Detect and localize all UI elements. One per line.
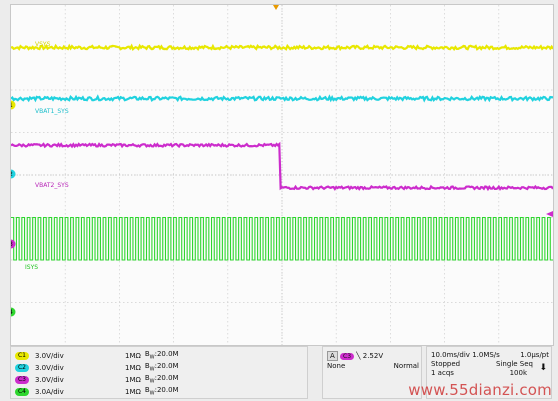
c4-coupling: 1MΩ	[125, 387, 141, 396]
c4-scale: 3.0A/div	[35, 387, 64, 396]
oscilloscope-display: VSYS VBAT1_SYS VBAT2_SYS ISYS 1 2 3 4 C1	[0, 0, 558, 401]
acquisition-count: 1 acqs	[431, 369, 454, 377]
c3-badge[interactable]: C3	[15, 375, 29, 384]
c3-coupling: 1MΩ	[125, 375, 141, 384]
acquisition-count-row: 1 acqs 100k	[431, 369, 549, 377]
watermark: www.55dianzi.com	[408, 381, 552, 399]
c2-badge[interactable]: C2	[15, 363, 29, 372]
trigger-mode-right: Normal	[393, 362, 419, 370]
c1-bandwidth: BW:20.0M	[144, 350, 179, 361]
trigger-mode-row: None Normal	[327, 362, 419, 370]
acquisition-state-row: Stopped Single Seq ⬇	[431, 360, 549, 373]
c4-badge[interactable]: C4	[15, 387, 29, 396]
timebase-row: 10.0ms/div 1.0MS/s 1.0µs/pt	[431, 351, 549, 359]
ch1-marker-label: 1	[11, 102, 13, 109]
c3-bandwidth: BW:20.0M	[144, 374, 179, 385]
waveform-plot: VSYS VBAT1_SYS VBAT2_SYS ISYS 1 2 3 4	[11, 5, 553, 345]
waveform-screen: VSYS VBAT1_SYS VBAT2_SYS ISYS 1 2 3 4	[10, 4, 554, 346]
channel-settings-panel: C1 3.0V/div 1MΩ BW:20.0M C2 3.0V/div 1MΩ…	[10, 346, 308, 399]
trace-label-vbat2-sys: VBAT2_SYS	[35, 182, 69, 189]
trace-label-vbat1-sys: VBAT1_SYS	[35, 108, 69, 115]
trigger-source-tag: A	[327, 351, 338, 361]
trigger-position-icon[interactable]	[273, 5, 279, 10]
trigger-panel[interactable]: A C3 ╲ 2.52V None Normal	[322, 346, 422, 399]
c1-coupling: 1MΩ	[125, 351, 141, 360]
c1-badge[interactable]: C1	[15, 351, 29, 360]
c3-scale: 3.0V/div	[35, 375, 64, 384]
sample-rate: 1.0MS/s	[472, 351, 500, 359]
trace-vbat1-sys	[11, 94, 553, 103]
timebase-scale: 10.0ms/div	[431, 351, 470, 359]
time-resolution: 1.0µs/pt	[520, 351, 549, 359]
trace-label-isys: ISYS	[25, 264, 38, 271]
trigger-mode-left: None	[327, 362, 346, 370]
c2-scale: 3.0V/div	[35, 363, 64, 372]
trace-isys	[11, 216, 553, 261]
channel-row-c1[interactable]: C1 3.0V/div 1MΩ BW:20.0M	[15, 350, 305, 361]
channel-row-c2[interactable]: C2 3.0V/div 1MΩ BW:20.0M	[15, 362, 305, 373]
ch2-marker-label: 2	[11, 171, 13, 178]
ch3-marker-label: 3	[11, 241, 13, 248]
trigger-channel-badge: C3	[340, 353, 355, 360]
acquisition-seq: Single Seq	[496, 360, 533, 368]
record-length: 100k	[509, 369, 527, 377]
trigger-level-icon[interactable]	[546, 211, 553, 217]
trigger-setting: A C3 ╲ 2.52V	[327, 351, 383, 361]
grid	[11, 5, 553, 345]
c4-bandwidth: BW:20.0M	[144, 386, 179, 397]
channel-row-c3[interactable]: C3 3.0V/div 1MΩ BW:20.0M	[15, 374, 305, 385]
channel-row-c4[interactable]: C4 3.0A/div 1MΩ BW:20.0M	[15, 386, 305, 397]
trigger-level: 2.52V	[362, 352, 384, 360]
c2-coupling: 1MΩ	[125, 363, 141, 372]
ch4-marker-label: 4	[11, 309, 13, 316]
trigger-slope-icon: ╲	[356, 352, 361, 360]
c2-bandwidth: BW:20.0M	[144, 362, 179, 373]
trace-label-vsys: VSYS	[35, 41, 51, 48]
acquisition-state: Stopped	[431, 360, 461, 368]
c1-scale: 3.0V/div	[35, 351, 64, 360]
